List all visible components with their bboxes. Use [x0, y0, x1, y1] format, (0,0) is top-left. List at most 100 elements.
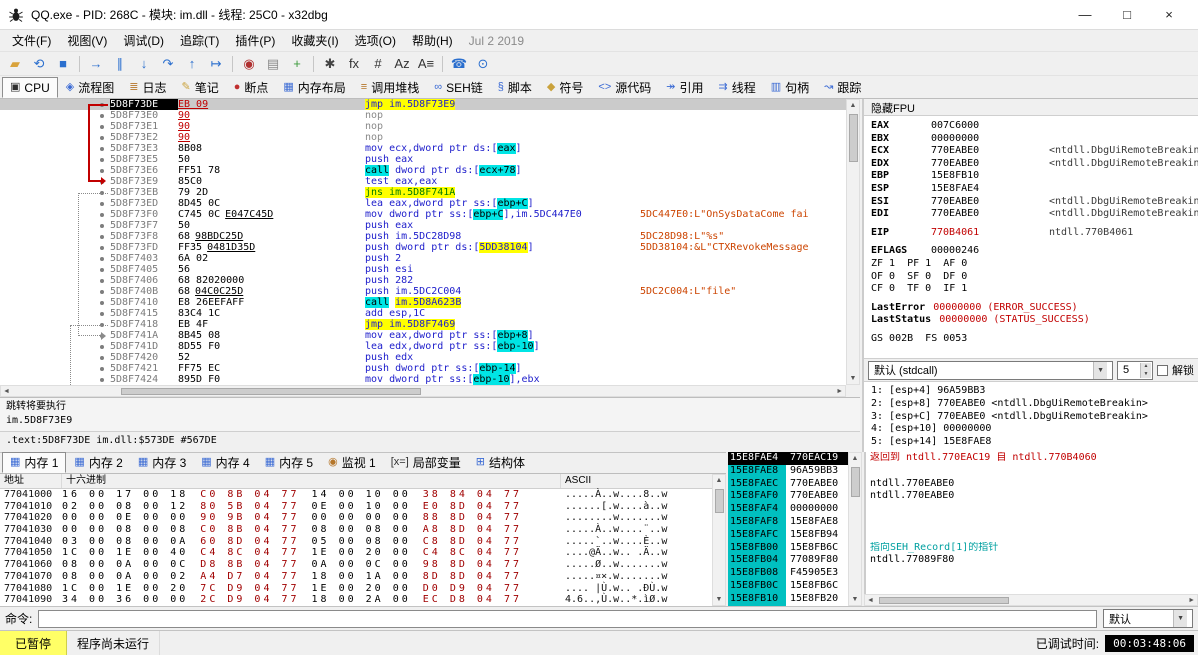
- stack-row[interactable]: 15E8FAF400000000: [728, 503, 848, 516]
- stack-comments-hscroll-thumb[interactable]: [879, 597, 1009, 604]
- tab-dump1[interactable]: ▦内存 1: [2, 452, 66, 473]
- dump-row[interactable]: 770410801C 00 1E 00 207C D9 04 771E 00 2…: [0, 583, 712, 595]
- call-arg-line[interactable]: 1: [esp+4] 96A59BB3: [871, 385, 1191, 398]
- menu-item[interactable]: 选项(O): [347, 30, 404, 51]
- disasm-row[interactable]: 5D8F7418EB 4Fjmp im.5D8F7469: [0, 319, 846, 330]
- disasm-hscroll[interactable]: ◄ ►: [0, 385, 846, 397]
- register-row[interactable]: EBP15E8FB10: [871, 170, 1191, 183]
- tab-locals[interactable]: [x=]局部变量: [384, 452, 468, 473]
- disasm-row[interactable]: 5D8F73F750push eax: [0, 220, 846, 231]
- font-icon[interactable]: Az: [391, 54, 413, 74]
- tab-dump4[interactable]: ▦内存 4: [194, 452, 256, 473]
- stack-row[interactable]: 15E8FAFC15E8FB94: [728, 529, 848, 542]
- assemble-icon[interactable]: fx: [343, 54, 365, 74]
- breakpoint-gutter[interactable]: [0, 231, 110, 242]
- stack-row[interactable]: 15E8FB0477089F80: [728, 554, 848, 567]
- dump-row[interactable]: 7704103000 00 08 00 08C0 8B 04 7708 00 0…: [0, 524, 712, 536]
- disasm-row[interactable]: 5D8F73E985C0test eax,eax: [0, 176, 846, 187]
- disasm-row[interactable]: 5D8F741D8D55 F0lea edx,dword ptr ss:[ebp…: [0, 341, 846, 352]
- run-to-return-icon[interactable]: ↦: [205, 54, 227, 74]
- menu-item[interactable]: 视图(V): [59, 30, 115, 51]
- disasm-row[interactable]: 5D8F73E6FF51 78call dword ptr ds:[ecx+78…: [0, 165, 846, 176]
- breakpoint-gutter[interactable]: [0, 110, 110, 121]
- disasm-row[interactable]: 5D8F73F0C745 0CE047C45Dmov dword ptr ss:…: [0, 209, 846, 220]
- stack-row[interactable]: 15E8FAEC770EABE0: [728, 478, 848, 491]
- breakpoint-gutter[interactable]: [0, 253, 110, 264]
- register-row[interactable]: ESP15E8FAE4: [871, 183, 1191, 196]
- menu-item[interactable]: 追踪(T): [172, 30, 227, 51]
- disasm-row[interactable]: 5D8F73E550push eax: [0, 154, 846, 165]
- scroll-right-icon[interactable]: ►: [836, 388, 843, 395]
- tab-source[interactable]: <>源代码: [591, 77, 658, 98]
- disasm-row[interactable]: 5D8F742052push edx: [0, 352, 846, 363]
- disasm-row[interactable]: 5D8F740B6804C0C25Dpush im.5DC2C0045DC2C0…: [0, 286, 846, 297]
- disasm-row[interactable]: 5D8F73EB79 2Djns im.5D8F741A: [0, 187, 846, 198]
- tab-seh[interactable]: ∞SEH链: [427, 77, 490, 98]
- breakpoint-dot-icon[interactable]: [100, 367, 104, 371]
- scroll-up-icon[interactable]: ▲: [716, 477, 723, 484]
- disasm-row[interactable]: 5D8F741583C4 1Cadd esp,1C: [0, 308, 846, 319]
- disasm-row[interactable]: 5D8F73F86898BDC25Dpush im.5DC28D985DC28D…: [0, 231, 846, 242]
- memory-dump-pane[interactable]: 地址 十六进制 ASCII 7704100016 00 17 00 18C0 8…: [0, 474, 712, 606]
- disasm-row[interactable]: 5D8F740668 82020000push 282: [0, 275, 846, 286]
- tab-dump2[interactable]: ▦内存 2: [67, 452, 129, 473]
- breakpoint-gutter[interactable]: [0, 99, 110, 110]
- disasm-row[interactable]: 5D8F73FDFF350481D35Dpush dword ptr ds:[5…: [0, 242, 846, 253]
- tab-graph[interactable]: ◈流程图: [59, 77, 121, 98]
- breakpoint-gutter[interactable]: [0, 363, 110, 374]
- tab-threads[interactable]: ⇉线程: [712, 77, 763, 98]
- disassembly-pane[interactable]: 5D8F73DEEB 09jmp im.5D8F73E95D8F73E090no…: [0, 99, 846, 385]
- spin-down-icon[interactable]: ▼: [1140, 370, 1151, 378]
- registers-pane[interactable]: 隐藏FPU EAX007C6000EBX00000000ECX770EABE0<…: [862, 99, 1198, 452]
- menu-item[interactable]: 收藏夹(I): [283, 30, 346, 51]
- tab-cpu[interactable]: ▣CPU: [2, 77, 58, 98]
- run-icon[interactable]: →: [85, 54, 107, 74]
- stack-pane[interactable]: 15E8FAE4770EAC1915E8FAE896A59BB315E8FAEC…: [728, 452, 848, 606]
- scroll-left-icon[interactable]: ◄: [3, 388, 10, 395]
- stack-vscroll[interactable]: ▲ ▼: [848, 452, 862, 606]
- tab-struct[interactable]: ⊞结构体: [469, 452, 532, 473]
- pause-icon[interactable]: ∥: [109, 54, 131, 74]
- maximize-button[interactable]: □: [1106, 0, 1148, 30]
- scroll-up-icon[interactable]: ▲: [850, 102, 857, 109]
- breakpoint-dot-icon[interactable]: [100, 345, 104, 349]
- register-row[interactable]: EBX00000000: [871, 133, 1191, 146]
- step-over-icon[interactable]: ↷: [157, 54, 179, 74]
- search-icon[interactable]: ⊙: [472, 54, 494, 74]
- breakpoint-gutter[interactable]: [0, 220, 110, 231]
- stack-comments-hscroll[interactable]: ◄ ►: [864, 594, 1198, 606]
- tab-references[interactable]: ↠引用: [659, 77, 710, 98]
- tab-call-stack[interactable]: ≡调用堆栈: [354, 77, 426, 98]
- scroll-up-icon[interactable]: ▲: [852, 455, 859, 462]
- close-button[interactable]: ×: [1148, 0, 1190, 30]
- menu-item[interactable]: 调试(D): [115, 30, 172, 51]
- disasm-row[interactable]: 5D8F73E290nop: [0, 132, 846, 143]
- stack-row[interactable]: 15E8FAF0770EABE0: [728, 490, 848, 503]
- arg-count-stepper[interactable]: 5 ▲▼: [1117, 361, 1153, 380]
- breakpoint-dot-icon[interactable]: [100, 147, 104, 151]
- tab-dump3[interactable]: ▦内存 3: [131, 452, 193, 473]
- register-row[interactable]: EDX770EABE0<ntdll.DbgUiRemoteBreakin>: [871, 158, 1191, 171]
- stack-row[interactable]: 15E8FAE4770EAC19: [728, 452, 848, 465]
- restart-icon[interactable]: ⟲: [28, 54, 50, 74]
- disasm-row[interactable]: 5D8F73ED8D45 0Clea eax,dword ptr ss:[ebp…: [0, 198, 846, 209]
- disasm-row[interactable]: 5D8F7410E8 26EEFAFFcall im.5D8A623B: [0, 297, 846, 308]
- breakpoint-gutter[interactable]: [0, 341, 110, 352]
- register-row[interactable]: EFLAGS00000246: [871, 245, 1191, 258]
- tab-notes[interactable]: ✎笔记: [174, 77, 225, 98]
- dump-vscroll-thumb[interactable]: [715, 489, 724, 513]
- register-row[interactable]: EDI770EABE0<ntdll.DbgUiRemoteBreakin>: [871, 208, 1191, 221]
- breakpoint-gutter[interactable]: [0, 154, 110, 165]
- breakpoint-gutter[interactable]: [0, 352, 110, 363]
- encoding-icon[interactable]: A≡: [415, 54, 437, 74]
- disasm-row[interactable]: 5D8F7424895D F0mov dword ptr ss:[ebp-10]…: [0, 374, 846, 385]
- breakpoint-gutter[interactable]: [0, 275, 110, 286]
- tab-log[interactable]: ≣日志: [122, 77, 173, 98]
- breakpoint-dot-icon[interactable]: [100, 279, 104, 283]
- breakpoint-gutter[interactable]: [0, 209, 110, 220]
- register-row[interactable]: ECX770EABE0<ntdll.DbgUiRemoteBreakin>: [871, 145, 1191, 158]
- disasm-vscroll-thumb[interactable]: [849, 114, 858, 162]
- breakpoint-dot-icon[interactable]: [100, 268, 104, 272]
- tab-handles[interactable]: ▥句柄: [764, 77, 816, 98]
- breakpoint-dot-icon[interactable]: [100, 158, 104, 162]
